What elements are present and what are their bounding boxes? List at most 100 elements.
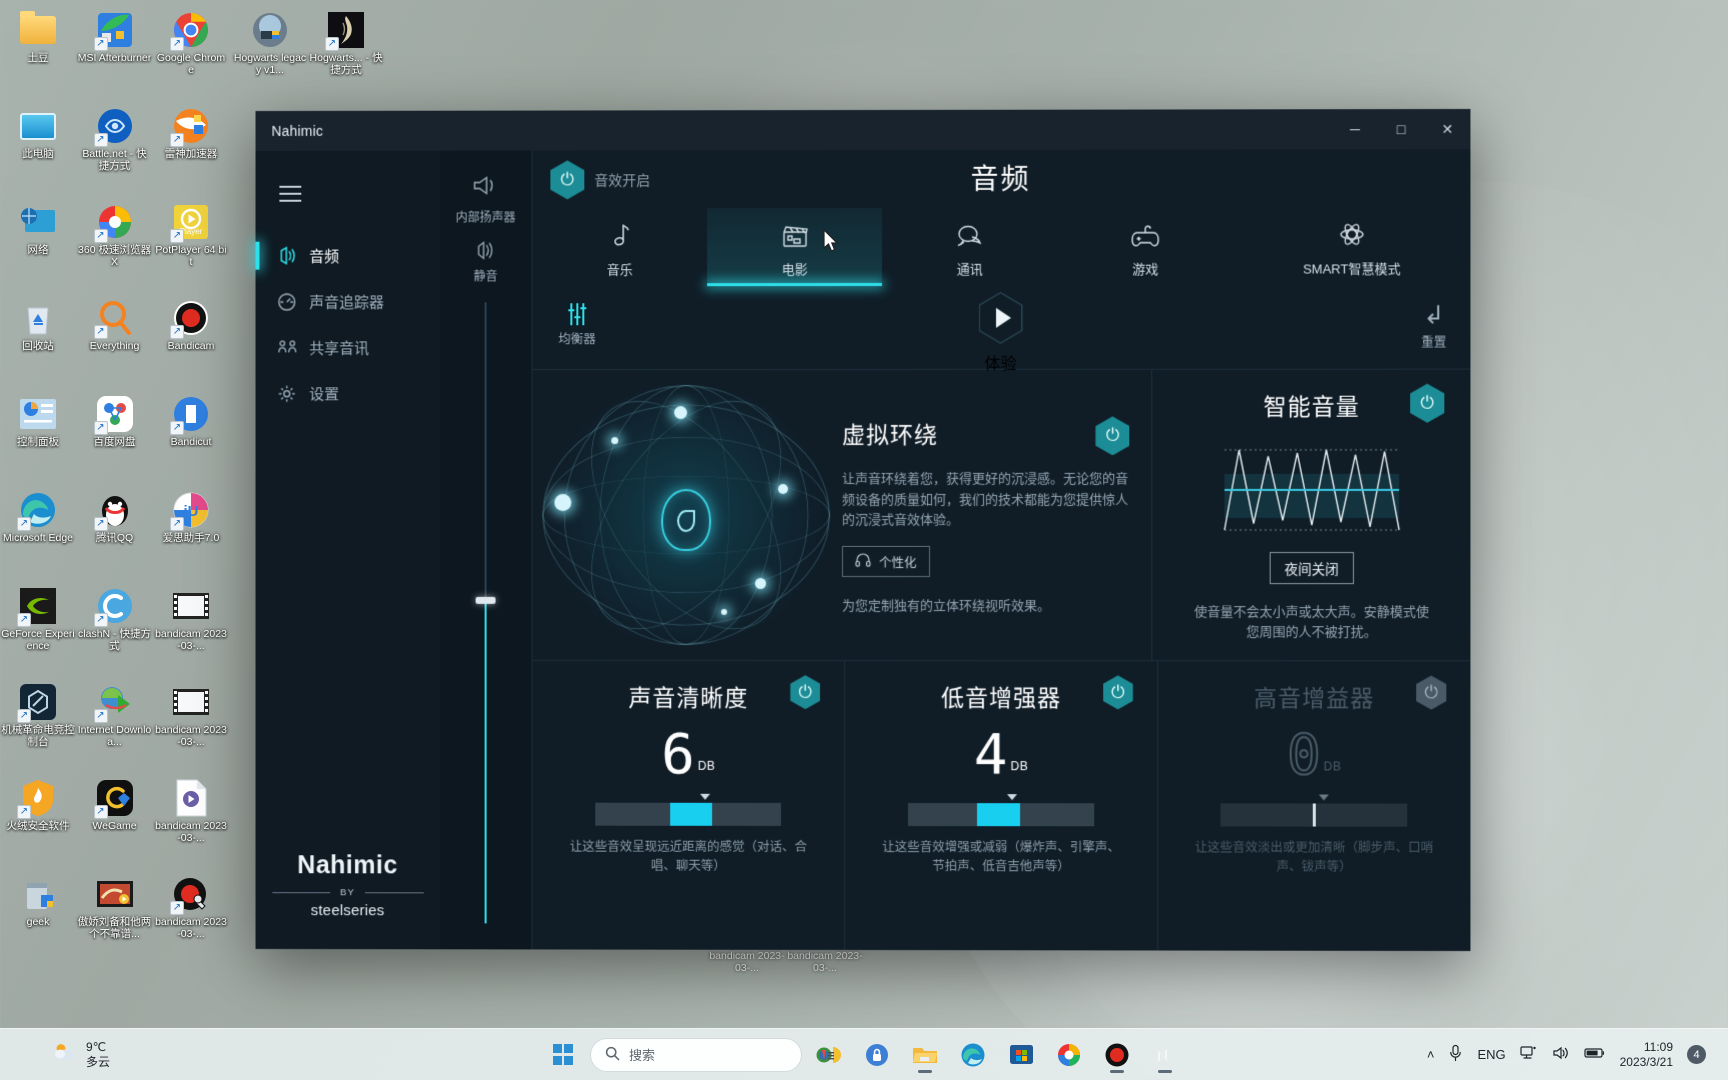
- bass-boost-slider[interactable]: [907, 793, 1095, 827]
- minimize-button[interactable]: ─: [1332, 109, 1378, 149]
- desktop-icon-label: Google Chrome: [156, 52, 226, 76]
- panel-desc-voice-clarity: 让这些音效呈现远近距离的感觉（对话、合唱、聊天等）: [569, 839, 807, 873]
- desktop-icon[interactable]: Player ↗ PotPlayer 64 bit: [153, 198, 229, 294]
- desktop-icon[interactable]: 傲娇刘备和他两个不靠谱...: [77, 870, 153, 966]
- tab-game[interactable]: 游戏: [1058, 208, 1234, 286]
- bandicam-icon[interactable]: [1096, 1034, 1138, 1076]
- desktop-icon[interactable]: ↗ Internet Downloa...: [77, 678, 153, 774]
- desktop-icon[interactable]: ↗ Everything: [77, 294, 153, 390]
- desktop-icon[interactable]: ↗ 腾讯QQ: [77, 486, 153, 582]
- tray-chevron-up-icon[interactable]: ˄: [1427, 1047, 1435, 1062]
- tab-movie[interactable]: 电影: [707, 207, 883, 287]
- close-button[interactable]: ✕: [1424, 109, 1470, 149]
- voice-clarity-power-toggle[interactable]: ⏻: [790, 675, 820, 709]
- desktop-icon[interactable]: ↗ bandicam 2023-03-...: [153, 870, 229, 966]
- voice-clarity-slider[interactable]: [595, 793, 782, 826]
- desktop-icon[interactable]: 土豆: [0, 6, 76, 102]
- start-button[interactable]: [542, 1034, 584, 1076]
- sidebar-item-sound-sharing[interactable]: 共享音讯: [256, 324, 440, 370]
- shortcut-arrow-icon: ↗: [325, 37, 339, 51]
- desktop-icon[interactable]: 回收站: [0, 294, 76, 390]
- desktop-icon[interactable]: bandicam 2023-03-...: [153, 582, 229, 678]
- microsoft-store-icon[interactable]: [1000, 1034, 1042, 1076]
- desktop-icon[interactable]: ↗ GeForce Experience: [0, 582, 76, 678]
- smart-volume-power-toggle[interactable]: ⏻: [1410, 384, 1444, 423]
- tab-communication[interactable]: 通讯: [882, 208, 1057, 286]
- sidebar-item-audio[interactable]: 音频: [256, 233, 440, 279]
- treble-boost-power-toggle[interactable]: ⏻: [1416, 676, 1446, 710]
- reset-button[interactable]: ↲ 重置: [1421, 301, 1446, 350]
- tab-smart[interactable]: SMART智慧模式: [1233, 207, 1470, 285]
- surround-power-toggle[interactable]: ⏻: [1096, 416, 1130, 455]
- desktop-icon[interactable]: ↗ 百度网盘: [77, 390, 153, 486]
- volume-slider-knob[interactable]: [475, 596, 496, 604]
- desktop-icon-label: bandicam 2023-03-...: [155, 916, 227, 940]
- nahimic-icon[interactable]: [1144, 1034, 1186, 1076]
- desktop-icon[interactable]: ↗ MSI Afterburner: [77, 6, 153, 102]
- desktop-icon[interactable]: ↗ Hogwarts... - 快捷方式: [308, 6, 384, 77]
- sidebar-item-settings[interactable]: 设置: [256, 370, 440, 416]
- desktop-icon[interactable]: 此电脑: [0, 102, 76, 198]
- mute-icon[interactable]: [474, 239, 498, 265]
- language-indicator[interactable]: ENG: [1477, 1047, 1505, 1062]
- night-mode-button[interactable]: 夜间关闭: [1269, 552, 1354, 585]
- sidebar-item-sound-tracker[interactable]: 声音追踪器: [256, 278, 440, 324]
- volume-icon[interactable]: [1552, 1045, 1570, 1064]
- window-controls: ─ □ ✕: [1332, 109, 1471, 149]
- desktop-icon[interactable]: ↗ Battle.net - 快捷方式: [77, 102, 153, 198]
- desktop-icon[interactable]: Hogwarts legacy v1...: [232, 6, 308, 77]
- treble-boost-unit: DB: [1323, 759, 1342, 774]
- desktop-icon[interactable]: ↗ 360 极速浏览器X: [77, 198, 153, 294]
- file-explorer-icon[interactable]: [904, 1034, 946, 1076]
- volume-slider[interactable]: [475, 302, 496, 924]
- treble-boost-slider[interactable]: [1220, 794, 1408, 827]
- desktop-icon-label: 此电脑: [22, 148, 54, 160]
- window-title-bar: Nahimic ─ □ ✕: [255, 108, 1471, 151]
- clock[interactable]: 11:09 2023/3/21: [1620, 1040, 1673, 1070]
- desktop-icon[interactable]: ↗ Google Chrome: [153, 6, 229, 102]
- bass-boost-power-toggle[interactable]: ⏻: [1103, 675, 1133, 709]
- personalize-button[interactable]: 个性化: [842, 545, 930, 577]
- desktop-icon[interactable]: iU ↗ 爱思助手7.0: [153, 486, 229, 582]
- audio-fx-toggle[interactable]: ⏻ 音效开启: [550, 160, 650, 199]
- play-icon[interactable]: [979, 292, 1023, 344]
- tab-music[interactable]: 音乐: [532, 208, 707, 286]
- lock-icon[interactable]: [856, 1034, 898, 1076]
- battery-icon[interactable]: [1584, 1046, 1606, 1063]
- desktop-icon[interactable]: ↗ 机械革命电竞控制台: [0, 678, 76, 774]
- desktop-icon[interactable]: ↗ 火绒安全软件: [0, 774, 76, 870]
- panel-title-surround: 虚拟环绕: [842, 422, 939, 449]
- desktop-icon[interactable]: ↗ Bandicut: [153, 390, 229, 486]
- desktop-icon[interactable]: 网络: [0, 198, 76, 294]
- baidu-netdisk-icon: ↗: [93, 394, 135, 435]
- headphones-icon: [855, 553, 871, 570]
- power-icon[interactable]: ⏻: [550, 160, 584, 199]
- video-thumb-icon: [95, 874, 135, 914]
- search-input[interactable]: 搜索: [590, 1037, 802, 1072]
- desktop-icon[interactable]: bandicam 2023-03-...: [153, 678, 229, 774]
- hamburger-menu-icon[interactable]: [256, 181, 440, 233]
- desktop-icon[interactable]: ↗ Bandicam: [153, 294, 229, 390]
- desktop-icon[interactable]: ↗ 雷神加速器: [153, 102, 229, 198]
- network-icon[interactable]: [1520, 1045, 1538, 1064]
- notification-badge[interactable]: 4: [1687, 1045, 1706, 1064]
- main-header: ⏻ 音效开启 音频: [532, 149, 1470, 208]
- desktop-icon[interactable]: bandicam 2023-03-...: [153, 774, 229, 870]
- demo-play-button[interactable]: 体验: [979, 292, 1023, 374]
- desktop-icon[interactable]: ↗ clashN - 快捷方式: [77, 582, 153, 678]
- 360-browser-icon[interactable]: [1048, 1034, 1090, 1076]
- desktop-icon[interactable]: ↗ Microsoft Edge: [0, 486, 76, 582]
- equalizer-button[interactable]: 均衡器: [558, 302, 596, 347]
- mic-icon[interactable]: [1448, 1044, 1463, 1065]
- desktop-icon[interactable]: ↗ WeGame: [77, 774, 153, 870]
- desktop-icon[interactable]: 控制面板: [0, 390, 76, 486]
- edge-icon[interactable]: [952, 1034, 994, 1076]
- desktop-icon-label: 腾讯QQ: [95, 532, 134, 544]
- weather-widget[interactable]: 9℃ 多云: [52, 1040, 110, 1070]
- everything-icon: ↗: [93, 298, 135, 339]
- panel-title-voice-clarity: 声音清晰度: [628, 685, 749, 712]
- maximize-button[interactable]: □: [1378, 109, 1424, 149]
- gear-icon: [277, 384, 303, 403]
- desktop-icon[interactable]: geek: [0, 870, 76, 966]
- ksafe-icon[interactable]: [808, 1034, 850, 1076]
